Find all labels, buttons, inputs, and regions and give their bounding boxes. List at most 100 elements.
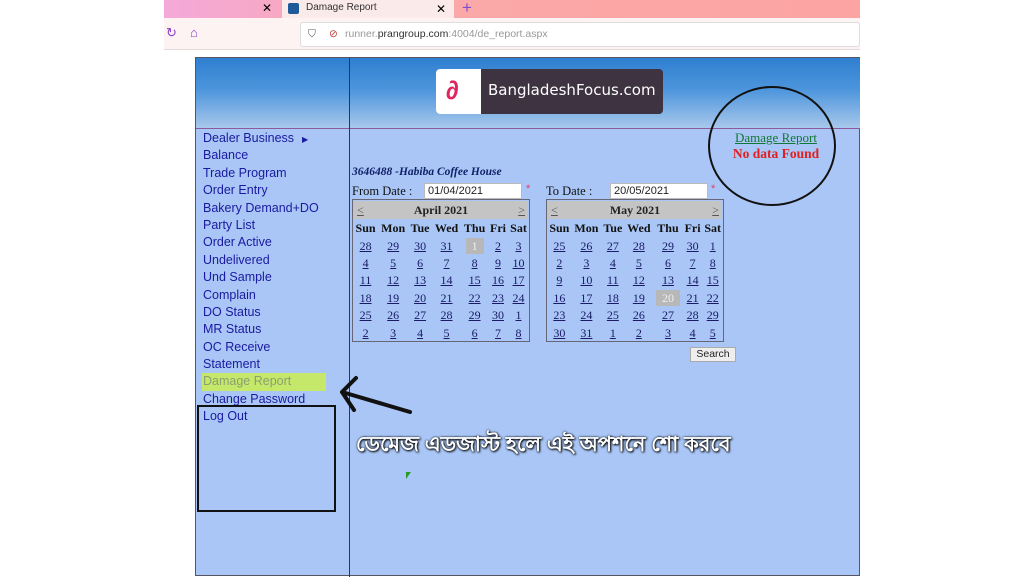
- calendar-day[interactable]: 3: [378, 324, 408, 341]
- calendar-day[interactable]: 31: [572, 324, 602, 341]
- calendar-day[interactable]: 24: [572, 307, 602, 324]
- sidebar-item-damage-report[interactable]: Damage Report: [202, 373, 326, 391]
- next-month-button[interactable]: >: [712, 201, 719, 219]
- calendar-day[interactable]: 7: [683, 255, 703, 272]
- calendar-day[interactable]: 1: [702, 237, 723, 254]
- calendar-day[interactable]: 8: [508, 324, 529, 341]
- sidebar-item-balance[interactable]: Balance: [202, 147, 347, 164]
- calendar-day[interactable]: 14: [432, 272, 461, 289]
- calendar-day[interactable]: 12: [624, 272, 653, 289]
- calendar-day[interactable]: 2: [547, 255, 572, 272]
- calendar-day-selected[interactable]: 20: [653, 289, 683, 307]
- calendar-day[interactable]: 22: [461, 290, 488, 307]
- calendar-day[interactable]: 15: [461, 272, 488, 289]
- calendar-day[interactable]: 9: [547, 272, 572, 289]
- calendar-day[interactable]: 8: [702, 255, 723, 272]
- calendar-day[interactable]: 17: [572, 290, 602, 307]
- from-date-input[interactable]: 01/04/2021: [424, 183, 522, 199]
- tab-damage-report[interactable]: Damage Report ✕: [282, 0, 454, 18]
- calendar-day[interactable]: 19: [624, 290, 653, 307]
- calendar-day[interactable]: 27: [408, 307, 432, 324]
- calendar-day[interactable]: 29: [461, 307, 488, 324]
- calendar-day[interactable]: 7: [432, 255, 461, 272]
- home-icon[interactable]: ⌂: [190, 25, 198, 40]
- calendar-day[interactable]: 2: [624, 324, 653, 341]
- calendar-day[interactable]: 15: [702, 272, 723, 289]
- calendar-day[interactable]: 21: [432, 290, 461, 307]
- calendar-day[interactable]: 16: [488, 272, 508, 289]
- calendar-day[interactable]: 18: [601, 290, 624, 307]
- calendar-day[interactable]: 12: [378, 272, 408, 289]
- calendar-day[interactable]: 3: [508, 237, 529, 254]
- calendar-day[interactable]: 5: [702, 324, 723, 341]
- calendar-day[interactable]: 23: [488, 290, 508, 307]
- calendar-day[interactable]: 1: [601, 324, 624, 341]
- calendar-day[interactable]: 29: [702, 307, 723, 324]
- calendar-day[interactable]: 11: [601, 272, 624, 289]
- calendar-day[interactable]: 14: [683, 272, 703, 289]
- calendar-day[interactable]: 26: [572, 237, 602, 254]
- calendar-day[interactable]: 28: [624, 237, 653, 254]
- calendar-day[interactable]: 5: [378, 255, 408, 272]
- calendar-day[interactable]: 30: [408, 237, 432, 254]
- close-tab-icon[interactable]: ✕: [436, 1, 446, 17]
- calendar-day[interactable]: 5: [432, 324, 461, 341]
- calendar-day[interactable]: 6: [461, 324, 488, 341]
- calendar-day[interactable]: 7: [488, 324, 508, 341]
- sidebar-item-trade-program[interactable]: Trade Program: [202, 165, 347, 182]
- calendar-day[interactable]: 3: [572, 255, 602, 272]
- calendar-day[interactable]: 20: [408, 290, 432, 307]
- sidebar-item-undelivered[interactable]: Undelivered: [202, 252, 347, 269]
- calendar-day[interactable]: 5: [624, 255, 653, 272]
- calendar-day[interactable]: 2: [488, 237, 508, 254]
- calendar-day[interactable]: 27: [653, 307, 683, 324]
- calendar-day[interactable]: 28: [683, 307, 703, 324]
- calendar-day[interactable]: 13: [408, 272, 432, 289]
- new-tab-icon[interactable]: +: [462, 0, 472, 18]
- tab-previous[interactable]: ✕: [164, 0, 280, 18]
- calendar-day[interactable]: 3: [653, 324, 683, 341]
- calendar-day[interactable]: 26: [378, 307, 408, 324]
- sidebar-item-mr-status[interactable]: MR Status: [202, 321, 347, 338]
- calendar-day[interactable]: 18: [353, 290, 378, 307]
- calendar-day[interactable]: 26: [624, 307, 653, 324]
- sidebar-item-do-status[interactable]: DO Status: [202, 304, 347, 321]
- calendar-day[interactable]: 24: [508, 290, 529, 307]
- calendar-day[interactable]: 25: [353, 307, 378, 324]
- calendar-day[interactable]: 4: [353, 255, 378, 272]
- calendar-day[interactable]: 4: [601, 255, 624, 272]
- sidebar-item-order-active[interactable]: Order Active: [202, 234, 347, 251]
- sidebar-item-bakery-demand-do[interactable]: Bakery Demand+DO: [202, 200, 347, 217]
- calendar-day[interactable]: 2: [353, 324, 378, 341]
- sidebar-item-und-sample[interactable]: Und Sample: [202, 269, 347, 286]
- to-date-input[interactable]: 20/05/2021: [610, 183, 708, 199]
- prev-month-button[interactable]: <: [551, 201, 558, 219]
- calendar-day[interactable]: 28: [432, 307, 461, 324]
- calendar-day[interactable]: 1: [508, 307, 529, 324]
- damage-report-link[interactable]: Damage Report: [711, 130, 841, 146]
- calendar-day[interactable]: 29: [653, 237, 683, 254]
- reload-icon[interactable]: ↻: [166, 25, 177, 41]
- calendar-day-selected[interactable]: 1: [461, 237, 488, 254]
- calendar-day[interactable]: 6: [653, 255, 683, 272]
- sidebar-item-order-entry[interactable]: Order Entry: [202, 182, 347, 199]
- calendar-day[interactable]: 8: [461, 255, 488, 272]
- address-bar[interactable]: ⛉ ⊘ runner.prangroup.com:4004/de_report.…: [300, 22, 860, 47]
- calendar-day[interactable]: 30: [488, 307, 508, 324]
- calendar-day[interactable]: 22: [702, 290, 723, 307]
- calendar-day[interactable]: 25: [601, 307, 624, 324]
- calendar-day[interactable]: 4: [408, 324, 432, 341]
- sidebar-item-party-list[interactable]: Party List: [202, 217, 347, 234]
- calendar-day[interactable]: 11: [353, 272, 378, 289]
- calendar-day[interactable]: 25: [547, 237, 572, 254]
- calendar-day[interactable]: 27: [601, 237, 624, 254]
- calendar-day[interactable]: 4: [683, 324, 703, 341]
- calendar-day[interactable]: 9: [488, 255, 508, 272]
- sidebar-item-statement[interactable]: Statement: [202, 356, 347, 373]
- calendar-day[interactable]: 21: [683, 290, 703, 307]
- close-tab-icon[interactable]: ✕: [262, 1, 272, 15]
- calendar-day[interactable]: 29: [378, 237, 408, 254]
- calendar-day[interactable]: 30: [547, 324, 572, 341]
- calendar-day[interactable]: 28: [353, 237, 378, 254]
- sidebar-item-dealer-business[interactable]: Dealer Business ▶: [202, 130, 347, 147]
